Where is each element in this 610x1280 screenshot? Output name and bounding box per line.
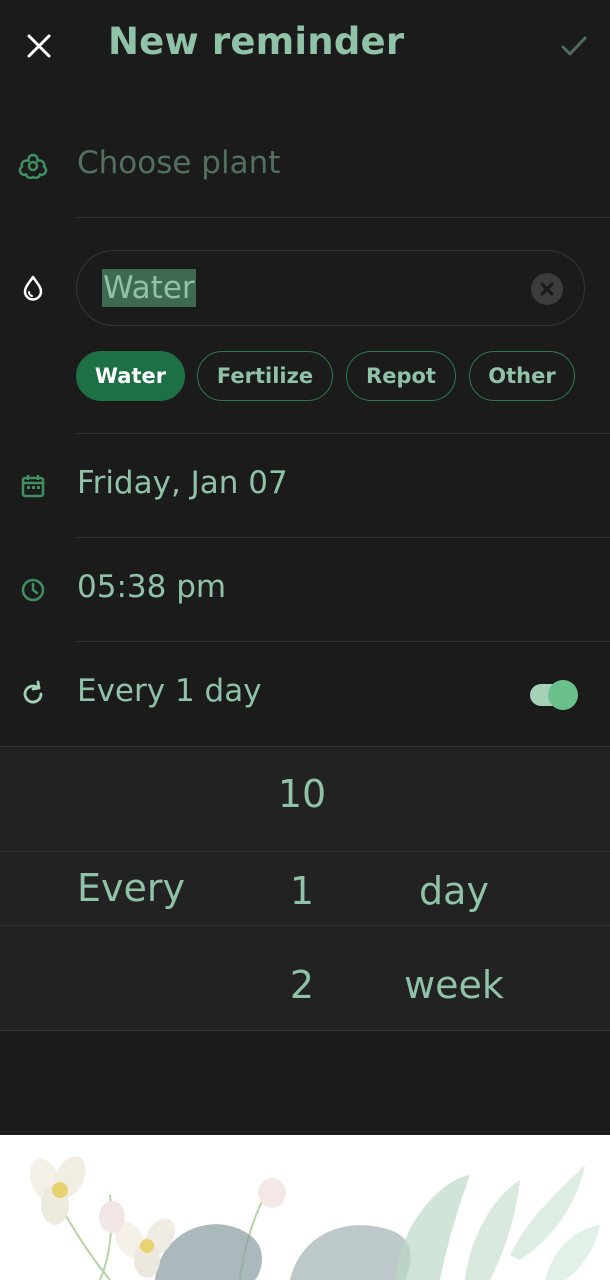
divider	[76, 641, 610, 642]
divider	[76, 217, 610, 218]
save-button[interactable]	[556, 28, 592, 64]
picker-number-selected[interactable]: 1	[262, 869, 342, 913]
chip-repot[interactable]: Repot	[346, 351, 456, 401]
chip-other[interactable]: Other	[469, 351, 575, 401]
picker-number-option[interactable]: 2	[262, 963, 342, 1007]
picker-divider	[0, 1030, 610, 1031]
date-field[interactable]: Friday, Jan 07	[77, 465, 288, 501]
repeat-interval-picker[interactable]: 10 Every 1 day 2 week	[0, 746, 610, 1031]
picker-number-option[interactable]: 10	[262, 772, 342, 816]
picker-prefix-label: Every	[77, 866, 185, 910]
time-field[interactable]: 05:38 pm	[77, 569, 226, 605]
repeat-icon	[18, 679, 48, 709]
task-name-input[interactable]: Water	[76, 250, 585, 326]
chip-water[interactable]: Water	[76, 351, 185, 401]
app-header: New reminder	[0, 0, 610, 92]
picker-unit-selected[interactable]: day	[394, 869, 514, 913]
check-icon	[561, 36, 587, 56]
clear-circle-icon	[540, 282, 554, 296]
page-title: New reminder	[108, 20, 405, 63]
water-drop-icon	[18, 273, 48, 303]
clear-input-button[interactable]	[531, 273, 563, 305]
flower-icon	[18, 151, 48, 181]
picker-divider	[0, 851, 610, 852]
toggle-knob	[548, 680, 578, 710]
repeat-toggle[interactable]	[528, 680, 580, 710]
picker-unit-option[interactable]: week	[384, 963, 524, 1007]
close-icon	[27, 34, 51, 58]
botanical-illustration	[0, 1135, 610, 1280]
calendar-icon	[18, 471, 48, 501]
divider	[76, 537, 610, 538]
task-name-value[interactable]: Water	[102, 269, 196, 307]
chip-fertilize[interactable]: Fertilize	[197, 351, 333, 401]
divider	[76, 433, 610, 434]
picker-divider	[0, 925, 610, 926]
repeat-label: Every 1 day	[77, 673, 262, 709]
clock-icon	[18, 575, 48, 605]
close-button[interactable]	[20, 27, 58, 65]
picker-divider	[0, 746, 610, 747]
choose-plant-field[interactable]: Choose plant	[77, 145, 280, 181]
